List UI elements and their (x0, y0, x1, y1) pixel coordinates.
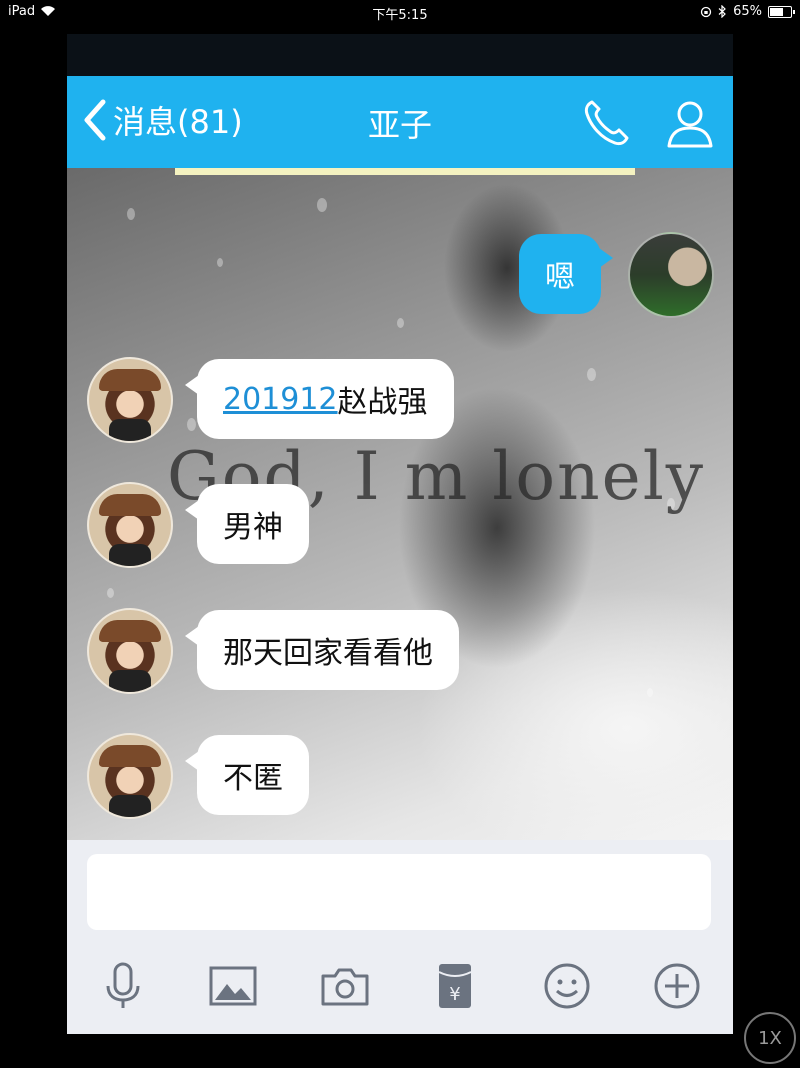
image-icon (209, 966, 257, 1006)
toolbar: ¥ (67, 958, 733, 1018)
more-button[interactable] (649, 958, 705, 1014)
message-bubble[interactable]: 那天回家看看他 (185, 610, 459, 690)
battery-icon (768, 5, 795, 18)
battery-percent: 65% (733, 4, 762, 19)
message-text: 嗯 (545, 260, 575, 295)
message-bubble-me[interactable]: 嗯 (519, 234, 613, 314)
phone-icon (584, 100, 629, 146)
message-input[interactable] (87, 854, 711, 930)
bluetooth-icon (718, 5, 726, 18)
chat-screen: 消息(81) 亚子 God, I m lonely 嗯 201912 赵战强 男… (67, 34, 733, 1034)
chat-title: 亚子 (367, 106, 432, 144)
red-packet-button[interactable]: ¥ (427, 958, 483, 1014)
message-bubble[interactable]: 201912 赵战强 (185, 359, 454, 439)
red-packet-icon: ¥ (438, 964, 472, 1008)
microphone-icon (106, 962, 140, 1008)
nav-bar: 消息(81) 亚子 (67, 76, 733, 168)
chat-area[interactable]: God, I m lonely 嗯 201912 赵战强 男神 那天回家看看他 不… (67, 168, 733, 840)
input-bar: ¥ (67, 840, 733, 1034)
contact-avatar[interactable] (87, 608, 173, 694)
voice-button[interactable] (95, 958, 151, 1014)
zoom-button[interactable]: 1X (744, 1012, 796, 1064)
camera-button[interactable] (317, 958, 373, 1014)
message-text: 赵战强 (337, 385, 428, 420)
top-strip (67, 34, 733, 76)
camera-icon (321, 968, 369, 1006)
my-avatar[interactable] (628, 232, 714, 318)
message-text: 不匿 (223, 761, 283, 796)
status-time: 下午5:15 (372, 8, 428, 23)
plus-icon (654, 963, 700, 1009)
orientation-lock-icon (700, 6, 712, 17)
profile-button[interactable] (663, 96, 717, 150)
status-bar: iPad 下午5:15 65% (0, 0, 800, 24)
emoji-button[interactable] (539, 958, 595, 1014)
message-text: 那天回家看看他 (223, 636, 433, 671)
contact-avatar[interactable] (87, 482, 173, 568)
photo-button[interactable] (205, 958, 261, 1014)
emoji-icon (544, 963, 590, 1009)
contact-avatar[interactable] (87, 733, 173, 819)
call-button[interactable] (579, 96, 633, 150)
message-bubble[interactable]: 不匿 (185, 735, 309, 815)
person-icon (667, 101, 713, 148)
svg-text:¥: ¥ (449, 984, 460, 1005)
message-text: 男神 (223, 510, 283, 545)
message-bubble[interactable]: 男神 (185, 484, 309, 564)
message-link[interactable]: 201912 (223, 382, 338, 417)
notice-strip (175, 168, 635, 175)
contact-avatar[interactable] (87, 357, 173, 443)
